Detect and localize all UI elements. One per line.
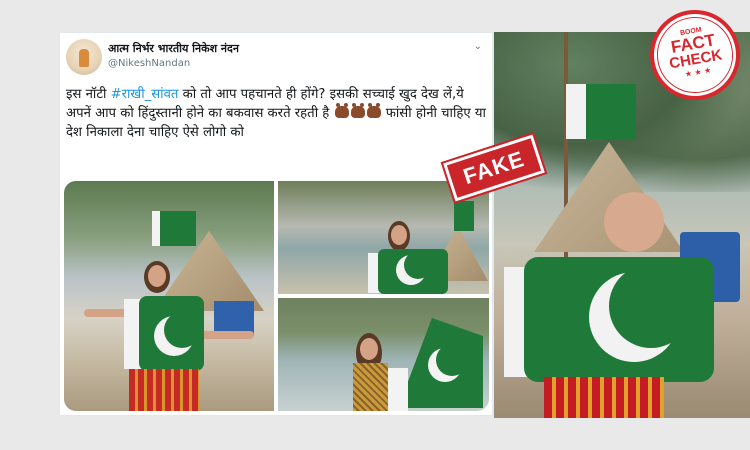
user-handle[interactable]: @NikeshNandan	[108, 58, 190, 69]
pakistan-flag-small	[156, 211, 196, 246]
display-name[interactable]: आत्म निर्भर भारतीय निकेश नंदन	[108, 41, 239, 56]
flag-crescent-cut	[404, 251, 432, 279]
flag-crescent-cut	[436, 344, 468, 376]
flag-white-stripe	[566, 84, 586, 139]
avatar[interactable]	[66, 39, 102, 75]
chevron-down-icon[interactable]: ⌄	[474, 41, 482, 52]
badge-inner-ring	[650, 10, 740, 100]
woman-head	[391, 225, 407, 245]
tweet-text-part1: इस नॉटी	[66, 87, 111, 102]
media-grid	[64, 181, 489, 411]
woman-head	[604, 192, 664, 252]
hashtag-link[interactable]: #राखी_सांवत	[111, 87, 179, 102]
boar-emoji-icon	[334, 103, 349, 118]
red-skirt	[544, 377, 664, 418]
flag-pole	[564, 32, 568, 292]
tweet-card[interactable]: आत्म निर्भर भारतीय निकेश नंदन @NikeshNan…	[59, 32, 493, 416]
flag-crescent-cut	[164, 312, 200, 348]
flag-white-stripe	[152, 211, 160, 246]
boar-emoji-icon	[366, 103, 381, 118]
tweet-photo-3[interactable]	[278, 298, 489, 411]
tweet-text: इस नॉटी #राखी_सांवत को तो आप पहचानते ही …	[66, 85, 486, 142]
gold-outfit	[353, 363, 388, 411]
flag-white-stripe	[388, 368, 408, 411]
tweet-photo-1[interactable]	[64, 181, 274, 411]
pakistan-flag-small	[454, 201, 474, 231]
woman-head	[148, 265, 166, 287]
boar-emoji-icon	[350, 103, 365, 118]
red-skirt	[129, 369, 199, 411]
flag-crescent-cut	[609, 264, 693, 348]
woman-head	[360, 338, 378, 360]
